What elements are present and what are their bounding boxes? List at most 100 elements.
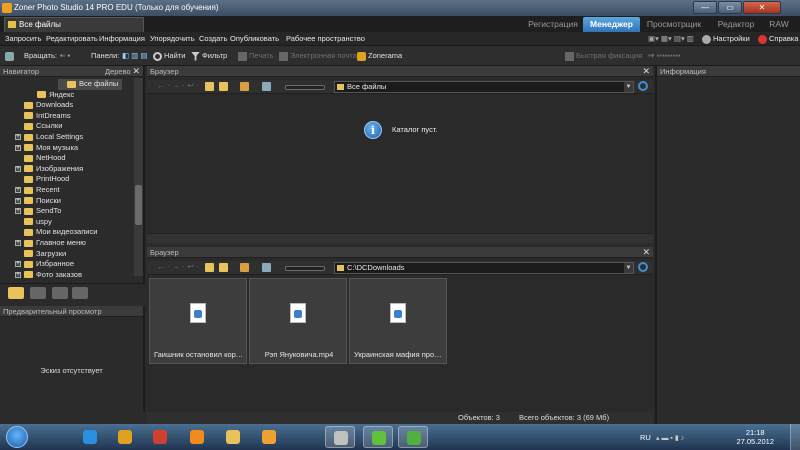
- settings-menu[interactable]: Настройки: [702, 32, 750, 46]
- menu-info[interactable]: Информация: [99, 32, 145, 46]
- taskbar-app-button[interactable]: [145, 426, 175, 448]
- taskbar-app-button[interactable]: [110, 426, 140, 448]
- tab-raw[interactable]: RAW: [764, 17, 794, 32]
- tree-item[interactable]: + Фото заказов: [15, 270, 82, 281]
- refresh-icon[interactable]: [638, 262, 648, 272]
- tree-item[interactable]: Все файлы: [58, 79, 123, 90]
- expand-icon[interactable]: +: [15, 165, 21, 172]
- tab-viewer[interactable]: Просмотрщик: [643, 17, 705, 32]
- chevron-down-icon[interactable]: ▼: [624, 263, 633, 273]
- minimize-button[interactable]: —: [693, 1, 717, 14]
- tree-item[interactable]: + SendTo: [15, 206, 61, 217]
- tree-item[interactable]: + Поиски: [15, 196, 61, 207]
- tree-item[interactable]: Downloads: [15, 100, 73, 111]
- expand-icon[interactable]: +: [15, 144, 21, 151]
- document-tab[interactable]: Все файлы: [4, 17, 144, 32]
- language-indicator[interactable]: RU: [640, 433, 651, 442]
- taskbar-app-button[interactable]: [398, 426, 428, 448]
- folders-tab-icon[interactable]: [8, 287, 24, 299]
- albums-tab-icon[interactable]: [52, 287, 68, 299]
- tree-item[interactable]: Яндекс: [37, 90, 74, 101]
- clock[interactable]: 21:18 27.05.2012: [736, 428, 774, 446]
- tree-item[interactable]: uspy: [15, 217, 52, 228]
- tree-item[interactable]: + Изображения: [15, 164, 83, 175]
- tree-item[interactable]: + Главное меню: [15, 238, 86, 249]
- view-mode-icon[interactable]: [262, 263, 271, 272]
- expand-icon[interactable]: +: [15, 134, 21, 141]
- help-menu[interactable]: Справка: [758, 32, 798, 46]
- zoom-slider[interactable]: [285, 85, 325, 90]
- print-button[interactable]: Печать: [238, 46, 274, 66]
- catalog-tab-icon[interactable]: [30, 287, 46, 299]
- browser-bottom-close-icon[interactable]: ✕: [642, 247, 650, 258]
- start-button[interactable]: [6, 426, 28, 448]
- panel-toggle-buttons[interactable]: ◧ ▥ ▤: [122, 46, 147, 66]
- taskbar-app-button[interactable]: [218, 426, 248, 448]
- tree-item[interactable]: + Моя музыка: [15, 143, 78, 154]
- taskbar-app-button[interactable]: [75, 426, 105, 448]
- tree-item[interactable]: + Recent: [15, 185, 60, 196]
- tree-item[interactable]: Загрузки: [15, 249, 66, 260]
- menu-organize[interactable]: Упорядочить: [150, 32, 195, 46]
- browser-top-close-icon[interactable]: ✕: [642, 66, 650, 77]
- maximize-button[interactable]: ▭: [718, 1, 742, 14]
- zonerama-button[interactable]: Zonerama: [357, 46, 402, 66]
- tab-registration[interactable]: Регистрация: [526, 17, 580, 32]
- tree-item[interactable]: PrintHood: [15, 174, 69, 185]
- refresh-icon[interactable]: [638, 81, 648, 91]
- new-folder-icon[interactable]: [219, 82, 228, 91]
- folder-up-icon[interactable]: [205, 263, 214, 272]
- file-thumbnail[interactable]: Украинская мафия прослу...: [349, 278, 447, 364]
- zoom-slider[interactable]: [285, 266, 325, 271]
- navigator-scrollbar[interactable]: [134, 78, 143, 276]
- show-desktop-button[interactable]: [790, 424, 800, 450]
- file-thumbnail[interactable]: Рэп Януковича.mp4: [249, 278, 347, 364]
- close-window-button[interactable]: ✕: [743, 1, 781, 14]
- view-mode-icon[interactable]: [262, 82, 271, 91]
- quick-fix-button[interactable]: Быстрая фиксация: [565, 46, 642, 66]
- nav-history-buttons[interactable]: ← · → · ↩ ·: [157, 81, 199, 90]
- filter-button[interactable]: Фильтр: [191, 46, 227, 66]
- navigator-close-icon[interactable]: ✕: [132, 66, 140, 77]
- tree-item[interactable]: + Избранное: [15, 259, 74, 270]
- tree-item[interactable]: IntDreams: [15, 111, 71, 122]
- camera-button[interactable]: [5, 46, 16, 66]
- sort-icon[interactable]: [240, 263, 249, 272]
- expand-icon[interactable]: +: [15, 187, 21, 194]
- taskbar-app-button[interactable]: [363, 426, 393, 448]
- tree-item[interactable]: Мои видеозаписи: [15, 227, 97, 238]
- find-button[interactable]: Найти: [153, 46, 185, 66]
- rotate-buttons[interactable]: ▪▫ ▪: [60, 46, 70, 66]
- taskbar-app-button[interactable]: [254, 426, 284, 448]
- navigator-view-select[interactable]: Дерево: [105, 66, 131, 77]
- tree-item[interactable]: Ссылки: [15, 121, 62, 132]
- expand-icon[interactable]: +: [15, 197, 21, 204]
- menu-edit[interactable]: Редактировать: [46, 32, 98, 46]
- tab-manager[interactable]: Менеджер: [583, 17, 640, 32]
- menu-workspace[interactable]: Рабочее пространство: [286, 32, 365, 46]
- sort-icon[interactable]: [240, 82, 249, 91]
- taskbar-app-button[interactable]: [182, 426, 212, 448]
- tray-icons[interactable]: ▴ ▬ ▪ ▮ ♪: [656, 434, 684, 442]
- menu-acquire[interactable]: Запросить: [5, 32, 41, 46]
- nav-history-buttons[interactable]: ← · → · ↩ ·: [157, 262, 199, 271]
- layout-icons[interactable]: ▣▾ ▦▾ ▤▾ ▥: [648, 32, 694, 46]
- tab-editor[interactable]: Редактор: [712, 17, 760, 32]
- expand-icon[interactable]: +: [15, 261, 21, 268]
- expand-icon[interactable]: +: [15, 208, 21, 215]
- navigator-scroll-thumb[interactable]: [135, 185, 142, 225]
- tree-item[interactable]: + Local Settings: [15, 132, 83, 143]
- menu-create[interactable]: Создать: [199, 32, 228, 46]
- new-folder-icon[interactable]: [219, 263, 228, 272]
- folder-up-icon[interactable]: [205, 82, 214, 91]
- expand-icon[interactable]: +: [15, 240, 21, 247]
- file-thumbnail[interactable]: Гаишник остановил корте...: [149, 278, 247, 364]
- expand-icon[interactable]: +: [15, 271, 21, 278]
- taskbar-app-button[interactable]: [325, 426, 355, 448]
- path-field-top[interactable]: Все файлы ▼: [334, 81, 634, 93]
- chevron-down-icon[interactable]: ▼: [624, 82, 633, 92]
- tree-item[interactable]: NetHood: [15, 153, 66, 164]
- extra-tool-buttons[interactable]: ▪▾ ▪▪▪▪▪▪▪▪▪: [648, 46, 680, 66]
- menu-publish[interactable]: Опубликовать: [230, 32, 279, 46]
- path-field-bottom[interactable]: C:\DCDownloads ▼: [334, 262, 634, 274]
